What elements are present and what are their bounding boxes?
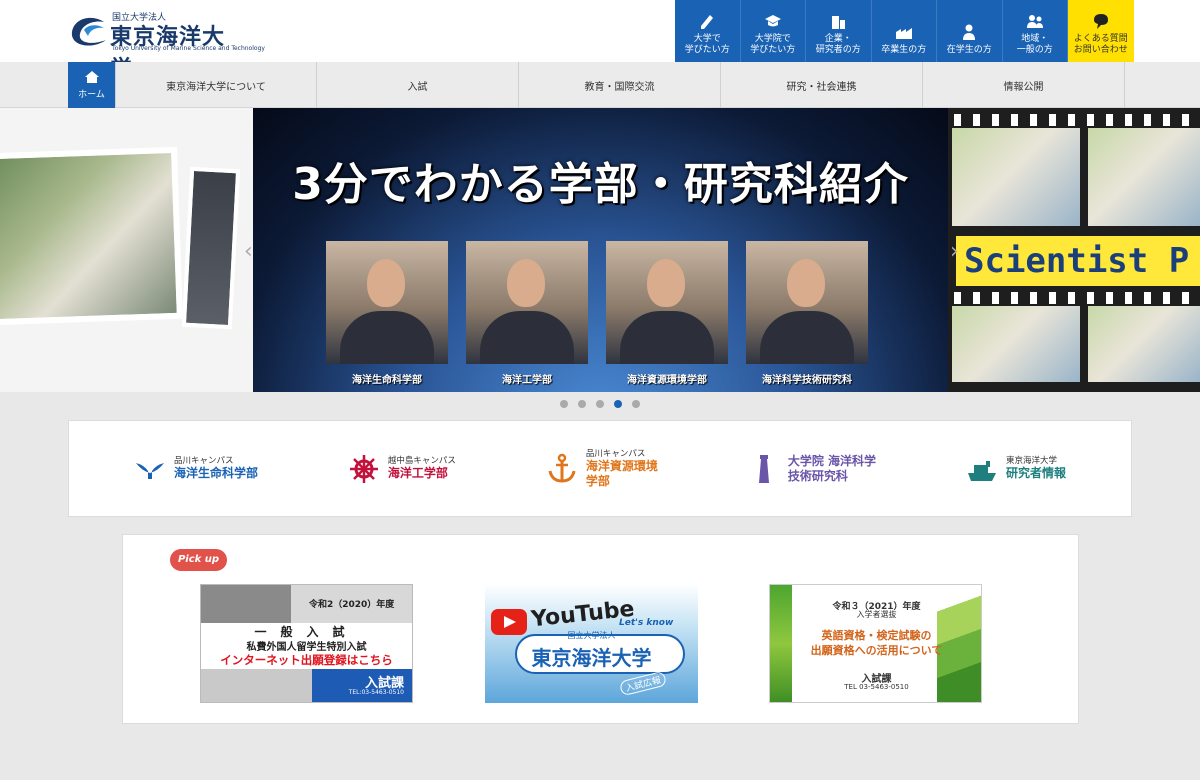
person-icon [963, 24, 976, 40]
person-photo: 海洋資源環境学部 [606, 241, 728, 386]
audience-undergrad[interactable]: 大学で 学びたい方 [675, 0, 741, 62]
faculty-link-marine-resources[interactable]: 品川キャンパス 海洋資源環境 学部 [546, 444, 658, 494]
site-header: 国立大学法人 東京海洋大学 Tokyo University of Marine… [0, 0, 1200, 82]
pencil-icon [701, 14, 714, 29]
faq-contact-button[interactable]: よくある質問 お問い合わせ [1068, 0, 1134, 62]
nav-item-about[interactable]: 東京海洋大学について [115, 62, 317, 108]
audience-menu: 大学で 学びたい方 大学院で 学びたい方 企業・ 研究者の方 卒業生の方 在学生… [675, 0, 1134, 62]
lighthouse-icon [758, 454, 769, 483]
hero-carousel: ‹ 3分でわかる学部・研究科紹介 海洋生命科学部 海洋工学部 海洋資源環境学部 … [0, 108, 1200, 392]
audience-business[interactable]: 企業・ 研究者の方 [806, 0, 872, 62]
carousel-dot[interactable] [596, 400, 604, 408]
faculty-link-marine-tech[interactable]: 越中島キャンパス 海洋工学部 [348, 444, 456, 494]
pickup-banner-online-application[interactable]: 令和2（2020）年度 一般入試 私費外国人留学生特別入試 インターネット出願登… [200, 584, 413, 703]
person-photo: 海洋生命科学部 [326, 241, 448, 386]
person-caption: 海洋生命科学部 [352, 375, 422, 386]
film-strip [948, 114, 1200, 126]
faculty-link-researchers[interactable]: 東京海洋大学 研究者情報 [966, 444, 1066, 494]
faculty-link-marine-life[interactable]: 品川キャンパス 海洋生命科学部 [134, 444, 258, 494]
carousel-next-arrow[interactable]: › [950, 240, 960, 264]
nav-items: 東京海洋大学について 入試 教育・国際交流 研究・社会連携 情報公開 [115, 62, 1125, 108]
pickup-banner-youtube[interactable]: YouTube Let's know 国立大学法人 東京海洋大学 入試広報 [485, 584, 698, 703]
faculty-links: 品川キャンパス 海洋生命科学部 越中島キャンパス 海洋工学部 品川キャンパス 海… [68, 420, 1132, 517]
home-icon [84, 71, 99, 83]
carousel-dots [0, 400, 1200, 412]
speech-bubble-icon [1093, 13, 1108, 29]
nav-item-admissions[interactable]: 入試 [317, 62, 519, 108]
faculty-link-graduate-school[interactable]: 大学院 海洋科学 技術研究科 [748, 444, 876, 494]
university-logo[interactable]: 国立大学法人 東京海洋大学 Tokyo University of Marine… [68, 10, 265, 82]
research-ship-icon [967, 460, 996, 481]
person-caption: 海洋工学部 [502, 375, 552, 386]
slide-next[interactable]: Scientist P [948, 108, 1200, 392]
film-strip [948, 292, 1200, 304]
nav-item-research[interactable]: 研究・社会連携 [721, 62, 923, 108]
building-icon [832, 15, 846, 29]
carousel-dot[interactable] [632, 400, 640, 408]
nav-home-button[interactable]: ホーム [68, 62, 115, 108]
factory-icon [895, 27, 912, 39]
carousel-dot-active[interactable] [614, 400, 622, 408]
slide-title: 3分でわかる学部・研究科紹介 [292, 159, 909, 210]
scientist-photo [952, 306, 1080, 382]
slide-faculty-people: 海洋生命科学部 海洋工学部 海洋資源環境学部 海洋科学技術研究科 [326, 241, 886, 386]
carousel-dot[interactable] [578, 400, 586, 408]
audience-students[interactable]: 在学生の方 [937, 0, 1003, 62]
campus-sign-photo [181, 166, 241, 330]
scientist-photo [1088, 306, 1200, 382]
ship-wheel-icon [349, 454, 378, 483]
anchor-icon [548, 453, 576, 483]
wave-logo-icon [71, 17, 106, 46]
slide-previous[interactable] [0, 108, 253, 392]
scientist-photo [952, 128, 1080, 226]
audience-alumni[interactable]: 卒業生の方 [871, 0, 937, 62]
whale-tail-icon [135, 462, 164, 479]
person-caption: 海洋科学技術研究科 [762, 375, 852, 386]
carousel-dot[interactable] [560, 400, 568, 408]
campus-students-photo [0, 146, 183, 326]
logo-english-name: Tokyo University of Marine Science and T… [112, 45, 265, 52]
scientist-photo [1088, 128, 1200, 226]
slide-current[interactable]: 3分でわかる学部・研究科紹介 海洋生命科学部 海洋工学部 海洋資源環境学部 海洋… [253, 108, 948, 392]
person-caption: 海洋資源環境学部 [627, 375, 707, 386]
pickup-badge: Pick up [170, 549, 227, 571]
global-nav: ホーム 東京海洋大学について 入試 教育・国際交流 研究・社会連携 情報公開 [0, 62, 1200, 108]
pickup-banner-english-qualification[interactable]: 令和３（2021）年度 入学者選抜 英語資格・検定試験の 出願資格への活用につい… [769, 584, 982, 703]
audience-community[interactable]: 地域・ 一般の方 [1002, 0, 1068, 62]
person-photo: 海洋工学部 [466, 241, 588, 386]
nav-item-disclosure[interactable]: 情報公開 [923, 62, 1125, 108]
people-icon [1026, 14, 1043, 28]
graduation-cap-icon [764, 14, 781, 26]
nav-item-education[interactable]: 教育・国際交流 [519, 62, 721, 108]
audience-graduate[interactable]: 大学院で 学びたい方 [740, 0, 806, 62]
person-photo: 海洋科学技術研究科 [746, 241, 868, 386]
scientist-banner-text: Scientist P [956, 236, 1200, 286]
